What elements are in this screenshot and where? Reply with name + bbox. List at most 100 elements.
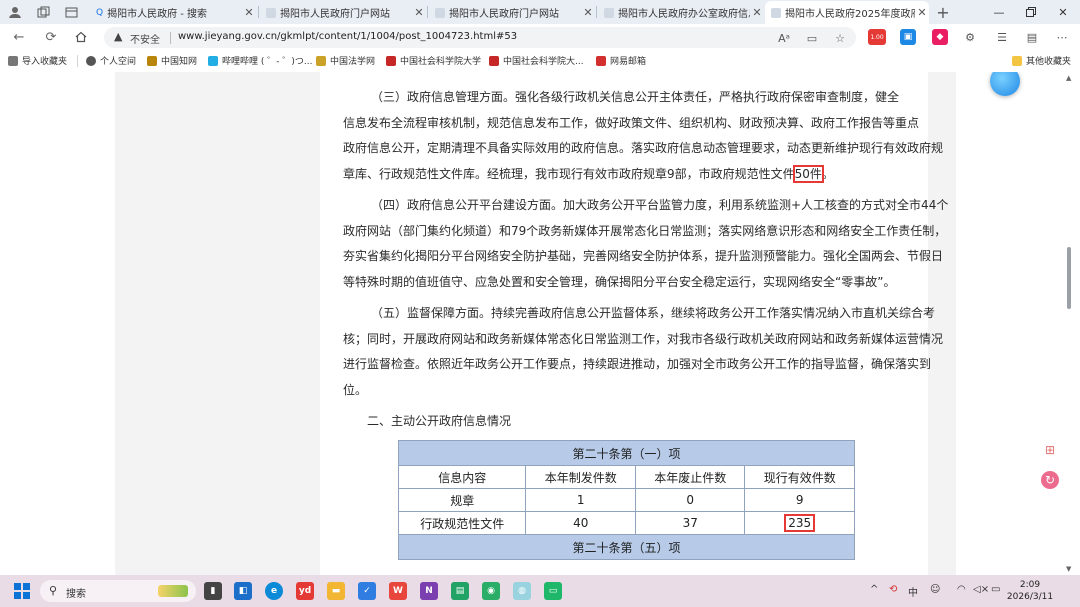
- battery-icon[interactable]: ▭: [991, 584, 1000, 595]
- column-header: 信息内容: [397, 465, 527, 489]
- clock-time: 2:09: [1019, 580, 1041, 590]
- bookmark-label: 中国社会科学院大...: [503, 57, 584, 67]
- todo-icon[interactable]: ✓: [358, 582, 376, 600]
- extensions-puzzle-icon[interactable]: ⚙: [962, 29, 978, 45]
- home-icon[interactable]: [72, 28, 90, 46]
- tab-title: 揭阳市人民政府办公室政府信息: [618, 9, 750, 20]
- read-aloud-icon[interactable]: Aᵃ: [776, 30, 792, 46]
- bookmark-label: 网易邮箱: [610, 57, 647, 67]
- taskbar-search[interactable]: ⚲ 搜索: [40, 580, 196, 602]
- ime-icon[interactable]: 中: [908, 584, 918, 599]
- browser-tab[interactable]: 揭阳市人民政府办公室政府信息 ✕: [598, 1, 764, 24]
- table-cell: 1: [525, 488, 636, 512]
- system-clock[interactable]: 2:09 2026/3/11: [1006, 579, 1054, 603]
- tab-actions-icon[interactable]: [62, 3, 80, 21]
- other-bookmarks[interactable]: 其他收藏夹: [1012, 54, 1071, 67]
- page-viewport: （三）政府信息管理方面。强化各级行政机关信息公开主体责任，严格执行政府保密审查制…: [0, 72, 1080, 575]
- new-tab-button[interactable]: +: [934, 3, 952, 22]
- close-tab-icon[interactable]: ✕: [581, 6, 595, 19]
- windows-start-icon[interactable]: [14, 583, 30, 599]
- extension-icon[interactable]: ◆: [932, 29, 948, 45]
- bilibili-icon: [208, 55, 218, 66]
- restore-button[interactable]: [1016, 2, 1046, 22]
- screen-app-icon[interactable]: ▭: [544, 582, 562, 600]
- warning-icon[interactable]: ▲: [114, 30, 122, 43]
- back-icon[interactable]: ←: [10, 28, 28, 46]
- table-cell: 235: [744, 511, 855, 535]
- app-icon[interactable]: ◍: [513, 582, 531, 600]
- collections-icon[interactable]: ▤: [1024, 29, 1040, 45]
- show-hidden-icons-icon[interactable]: ^: [870, 584, 878, 595]
- globe-icon: [86, 55, 96, 66]
- table-cell: 0: [634, 488, 746, 512]
- bookmark-item[interactable]: 中国社会科学院大...: [489, 54, 584, 67]
- more-menu-icon[interactable]: ⋯: [1054, 29, 1070, 45]
- bookmark-label: 中国社会科学院大学: [400, 57, 482, 67]
- bookmark-item[interactable]: 中国法学网: [316, 54, 375, 67]
- volume-icon[interactable]: ◁×: [973, 584, 989, 595]
- taskview-icon[interactable]: ▮: [204, 582, 222, 600]
- profile-icon[interactable]: [6, 3, 24, 21]
- favorite-star-icon[interactable]: ☆: [832, 30, 848, 46]
- tab-title: 揭阳市人民政府 - 搜索: [107, 9, 208, 20]
- file-explorer-icon[interactable]: ▬: [327, 582, 345, 600]
- bookmark-item[interactable]: 哔哩哔哩 ( ゜- ゜)つ...: [208, 54, 312, 67]
- youdao-icon[interactable]: yd: [296, 582, 314, 600]
- browser-tab[interactable]: Q 揭阳市人民政府 - 搜索 ✕: [90, 1, 256, 24]
- table-cell: 9: [744, 488, 855, 512]
- widgets-icon[interactable]: ◧: [234, 582, 252, 600]
- vertical-scrollbar[interactable]: ▲ ▼: [1063, 72, 1075, 575]
- extension-icon[interactable]: 1.00: [868, 29, 886, 45]
- extension-icon[interactable]: ▣: [900, 29, 916, 45]
- floating-assistant-button[interactable]: [990, 72, 1020, 96]
- url-field[interactable]: ▲ 不安全 www.jieyang.gov.cn/gkmlpt/content/…: [104, 27, 856, 48]
- close-tab-icon[interactable]: ✕: [412, 6, 426, 19]
- apps-grid-icon[interactable]: ⊞: [1041, 441, 1059, 459]
- browser-tab-active[interactable]: 揭阳市人民政府2025年度政府信息 ✕: [765, 1, 929, 24]
- browser-tab[interactable]: 揭阳市人民政府门户网站 ✕: [429, 1, 595, 24]
- tray-app-icon[interactable]: ⟲: [889, 584, 897, 595]
- scroll-up-icon[interactable]: ▲: [1066, 74, 1071, 82]
- close-tab-icon[interactable]: ✕: [242, 6, 256, 19]
- favorites-icon[interactable]: ☰: [994, 29, 1010, 45]
- security-label[interactable]: 不安全: [130, 31, 160, 46]
- bookmark-label: 导入收藏夹: [22, 57, 68, 67]
- bookmark-item[interactable]: 个人空间: [86, 54, 136, 67]
- wechat-icon[interactable]: ◉: [482, 582, 500, 600]
- refresh-icon[interactable]: ⟳: [42, 28, 60, 46]
- share-icon[interactable]: ↻: [1041, 471, 1059, 489]
- close-window-button[interactable]: ✕: [1048, 2, 1078, 22]
- wps-icon[interactable]: W: [389, 582, 407, 600]
- search-icon: ⚲: [49, 584, 58, 597]
- bookmark-item[interactable]: 中国社会科学院大学: [386, 54, 481, 67]
- cass-icon: [489, 55, 499, 66]
- bookmark-label: 中国知网: [161, 57, 198, 67]
- close-tab-icon[interactable]: ✕: [750, 6, 764, 19]
- onenote-icon[interactable]: N: [420, 582, 438, 600]
- workspaces-icon[interactable]: [34, 3, 52, 21]
- folder-icon: [1012, 55, 1022, 66]
- tab-title: 揭阳市人民政府门户网站: [280, 9, 390, 20]
- column-header: 本年废止件数: [634, 465, 746, 489]
- tab-title: 揭阳市人民政府门户网站: [449, 9, 559, 20]
- scroll-down-icon[interactable]: ▼: [1066, 565, 1071, 573]
- bookmark-import[interactable]: 导入收藏夹: [8, 54, 67, 67]
- bookmark-item[interactable]: 网易邮箱: [596, 54, 646, 67]
- scrollbar-thumb[interactable]: [1067, 247, 1071, 309]
- paragraph-supervision: （五）监督保障方面。持续完善政府信息公开监督体系，继续将政务公开工作落实情况纳入…: [343, 306, 944, 397]
- table-caption: 第二十条第（五）项: [398, 534, 855, 560]
- tab-title: 揭阳市人民政府2025年度政府信息: [785, 9, 915, 20]
- edge-icon[interactable]: e: [265, 582, 283, 600]
- close-tab-icon[interactable]: ✕: [915, 6, 929, 19]
- bookmark-label: 个人空间: [100, 57, 137, 67]
- browser-tab[interactable]: 揭阳市人民政府门户网站 ✕: [260, 1, 426, 24]
- tray-app-icon[interactable]: ☺: [930, 584, 940, 595]
- paragraph-platform-construction: （四）政府信息公开平台建设方面。加大政务公开平台监管力度，利用系统监测+人工核查…: [343, 198, 949, 289]
- immersive-reader-icon[interactable]: ▭: [804, 30, 820, 46]
- app-icon[interactable]: ▤: [451, 582, 469, 600]
- minimize-button[interactable]: —: [984, 2, 1014, 22]
- column-header: 本年制发件数: [525, 465, 636, 489]
- url-text[interactable]: www.jieyang.gov.cn/gkmlpt/content/1/1004…: [178, 31, 517, 42]
- bookmark-item[interactable]: 中国知网: [147, 54, 197, 67]
- wifi-icon[interactable]: ◠: [957, 584, 966, 595]
